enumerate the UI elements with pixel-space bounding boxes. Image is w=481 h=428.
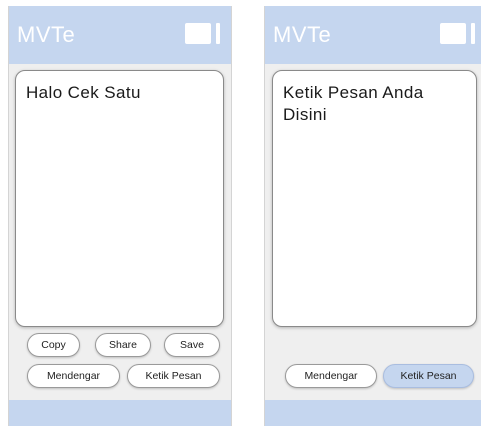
app-footer bbox=[265, 400, 481, 426]
app-footer bbox=[9, 400, 231, 426]
message-input[interactable]: Ketik Pesan Anda Disini bbox=[272, 70, 477, 327]
ketik-pesan-button[interactable]: Ketik Pesan bbox=[127, 364, 220, 388]
message-display[interactable]: Halo Cek Satu bbox=[15, 70, 224, 327]
app-header: MVTe bbox=[265, 6, 481, 64]
copy-button[interactable]: Copy bbox=[27, 333, 80, 357]
share-button[interactable]: Share bbox=[95, 333, 151, 357]
mendengar-button[interactable]: Mendengar bbox=[27, 364, 120, 388]
app-title: MVTe bbox=[17, 22, 76, 47]
phone-screen-input: MVTe Ketik Pesan Anda Disini Mendengar K… bbox=[264, 6, 481, 426]
mendengar-button[interactable]: Mendengar bbox=[285, 364, 377, 388]
save-button[interactable]: Save bbox=[164, 333, 220, 357]
app-header: MVTe bbox=[9, 6, 231, 64]
ketik-pesan-button[interactable]: Ketik Pesan bbox=[383, 364, 474, 388]
app-title: MVTe bbox=[273, 22, 332, 47]
phone-screen-result: MVTe Halo Cek Satu Copy Share Save Mende… bbox=[8, 6, 232, 426]
